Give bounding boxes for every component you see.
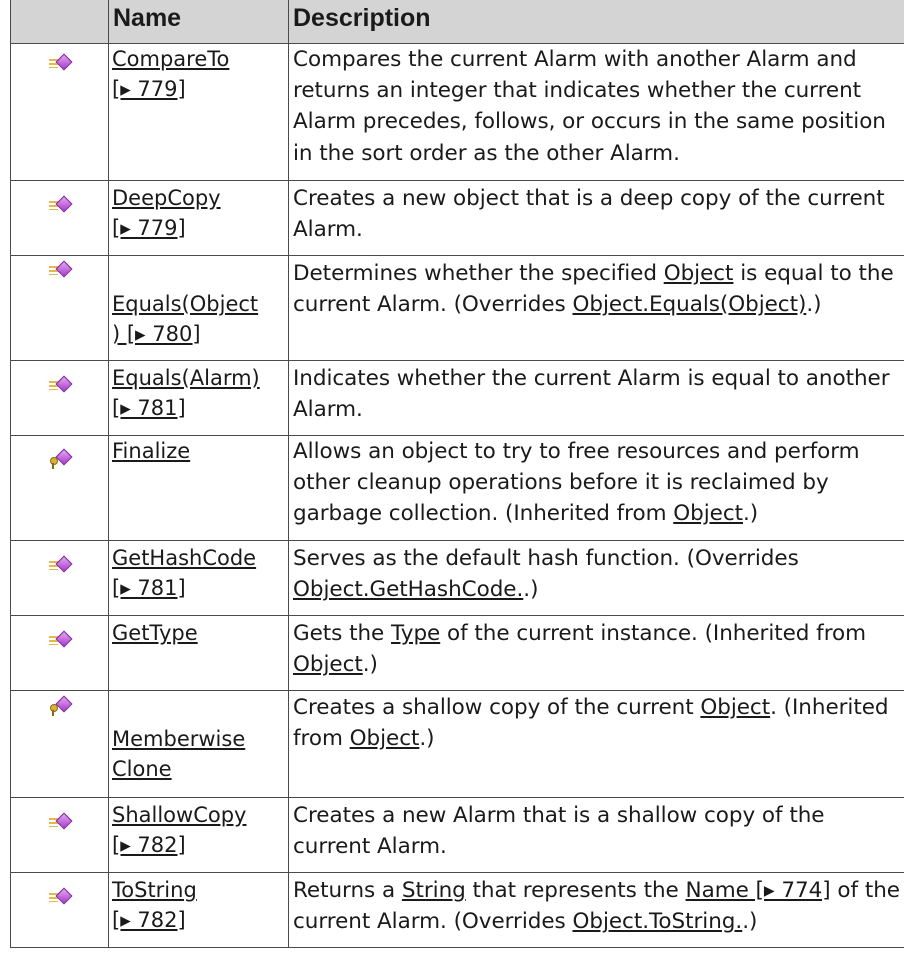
method-link[interactable]: ToString bbox=[112, 875, 286, 905]
method-name-cell[interactable]: GetType bbox=[108, 615, 289, 691]
row-icon-cell bbox=[10, 43, 109, 181]
row-icon-cell bbox=[10, 615, 109, 691]
method-name-cell[interactable]: ToString [▸ 782] bbox=[108, 872, 289, 948]
method-name-cell[interactable]: Finalize bbox=[108, 435, 289, 541]
method-name-cell[interactable]: ShallowCopy [▸ 782] bbox=[108, 797, 289, 873]
type-link[interactable]: Type bbox=[391, 621, 440, 646]
table-row: GetHashCode [▸ 781] Serves as the default … bbox=[10, 540, 904, 616]
row-icon-cell bbox=[10, 872, 109, 948]
method-link[interactable]: GetHashCode bbox=[112, 543, 286, 573]
type-link[interactable]: Object bbox=[700, 695, 770, 720]
method-link[interactable]: Equals(Object bbox=[112, 289, 286, 319]
method-link[interactable]: Finalize bbox=[112, 436, 286, 466]
header-description: Description bbox=[288, 0, 904, 44]
method-name-cell[interactable]: GetHashCode [▸ 781] bbox=[108, 540, 289, 616]
method-description: Compares the current Alarm with another … bbox=[288, 43, 904, 181]
type-link[interactable]: Name [▸ 774] bbox=[686, 878, 831, 903]
table-row: Finalize Allows an object to try to free … bbox=[10, 435, 904, 541]
method-name-cell[interactable]: Equals(Object) [▸ 780] bbox=[108, 255, 289, 361]
row-icon-cell bbox=[10, 540, 109, 616]
type-link[interactable]: Object.Equals(Object) bbox=[572, 292, 806, 317]
method-link[interactable]: [▸ 779] bbox=[112, 213, 286, 243]
method-name-cell[interactable]: Equals(Alarm) [▸ 781] bbox=[108, 360, 289, 436]
method-link[interactable]: CompareTo bbox=[112, 44, 286, 74]
public-method-icon bbox=[48, 195, 72, 215]
methods-table: Name Description CompareTo [▸ 779] Compare… bbox=[10, 0, 904, 948]
row-icon-cell bbox=[10, 180, 109, 256]
type-link[interactable]: Object bbox=[293, 652, 363, 677]
header-icon-column bbox=[10, 0, 109, 44]
method-link[interactable]: [▸ 782] bbox=[112, 830, 286, 860]
public-method-icon bbox=[48, 630, 72, 650]
method-description: Indicates whether the current Alarm is e… bbox=[288, 360, 904, 436]
table-row: DeepCopy [▸ 779] Creates a new object that… bbox=[10, 180, 904, 256]
public-method-icon bbox=[48, 887, 72, 907]
method-description: Creates a new object that is a deep copy… bbox=[288, 180, 904, 256]
public-method-icon bbox=[48, 812, 72, 832]
method-link[interactable]: ShallowCopy bbox=[112, 800, 286, 830]
type-link[interactable]: Object.GetHashCode. bbox=[293, 577, 523, 602]
table-row: CompareTo [▸ 779] Compares the current Ala… bbox=[10, 43, 904, 181]
table-row: Equals(Object) [▸ 780] Determines whether… bbox=[10, 255, 904, 361]
type-link[interactable]: Object bbox=[350, 726, 420, 751]
method-link[interactable]: [▸ 779] bbox=[112, 74, 286, 104]
table-row: ToString [▸ 782] Returns a String that rep… bbox=[10, 872, 904, 948]
row-icon-cell bbox=[10, 435, 109, 541]
protected-method-icon bbox=[49, 448, 72, 469]
protected-method-icon bbox=[49, 695, 72, 716]
method-link[interactable]: GetType bbox=[112, 618, 286, 648]
method-description: Gets the Type of the current instance. (… bbox=[288, 615, 904, 691]
table-row: GetType Gets the Type of the current inst… bbox=[10, 615, 904, 691]
method-link[interactable]: DeepCopy bbox=[112, 183, 286, 213]
method-description: Creates a shallow copy of the current Ob… bbox=[288, 690, 904, 798]
public-method-icon bbox=[48, 53, 72, 73]
table-row: Equals(Alarm) [▸ 781] Indicates whether th… bbox=[10, 360, 904, 436]
public-method-icon bbox=[48, 260, 72, 280]
method-link[interactable]: Equals(Alarm) bbox=[112, 363, 286, 393]
table-row: ShallowCopy [▸ 782] Creates a new Alarm th… bbox=[10, 797, 904, 873]
method-link[interactable]: [▸ 782] bbox=[112, 905, 286, 935]
table-row: Memberwise Clone Creates a shallow copy of… bbox=[10, 690, 904, 798]
type-link[interactable]: String bbox=[402, 878, 466, 903]
method-description: Creates a new Alarm that is a shallow co… bbox=[288, 797, 904, 873]
header-row: Name Description bbox=[10, 0, 904, 44]
method-name-cell[interactable]: DeepCopy [▸ 779] bbox=[108, 180, 289, 256]
row-icon-cell bbox=[10, 255, 109, 361]
type-link[interactable]: Object.ToString. bbox=[572, 909, 742, 934]
method-link[interactable]: [▸ 781] bbox=[112, 573, 286, 603]
type-link[interactable]: Object bbox=[664, 261, 734, 286]
method-name-cell[interactable]: Memberwise Clone bbox=[108, 690, 289, 798]
method-description: Serves as the default hash function. (Ov… bbox=[288, 540, 904, 616]
type-link[interactable]: Object bbox=[673, 501, 743, 526]
method-link[interactable]: ) [▸ 780] bbox=[112, 319, 286, 349]
public-method-icon bbox=[48, 555, 72, 575]
method-link[interactable]: [▸ 781] bbox=[112, 393, 286, 423]
method-description: Allows an object to try to free resource… bbox=[288, 435, 904, 541]
method-description: Determines whether the specified Object … bbox=[288, 255, 904, 361]
method-name-cell[interactable]: CompareTo [▸ 779] bbox=[108, 43, 289, 181]
row-icon-cell bbox=[10, 797, 109, 873]
public-method-icon bbox=[48, 375, 72, 395]
header-name: Name bbox=[108, 0, 289, 44]
method-link[interactable]: Memberwise bbox=[112, 724, 286, 754]
row-icon-cell bbox=[10, 360, 109, 436]
row-icon-cell bbox=[10, 690, 109, 798]
method-description: Returns a String that represents the Nam… bbox=[288, 872, 904, 948]
method-link[interactable]: Clone bbox=[112, 754, 286, 784]
